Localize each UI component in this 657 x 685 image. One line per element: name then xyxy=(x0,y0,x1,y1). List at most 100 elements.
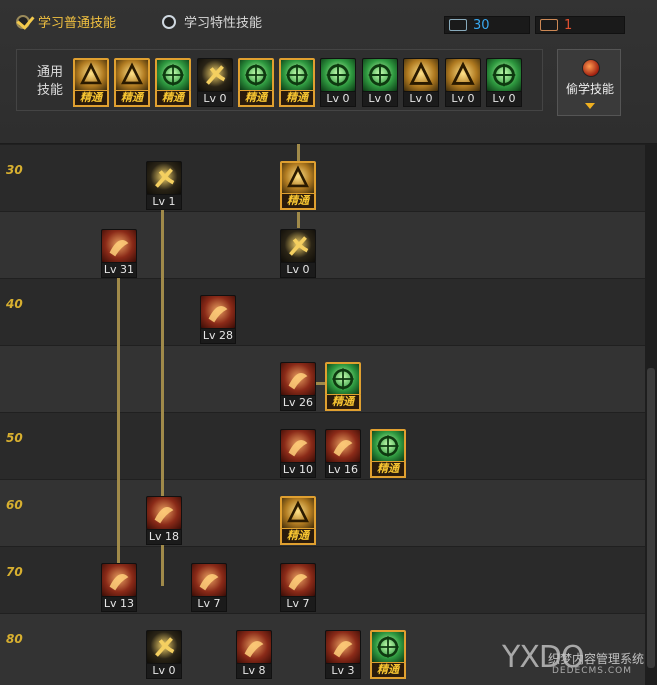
skill-slot[interactable]: Lv 3 xyxy=(325,630,361,680)
skill-slot[interactable]: 精通 xyxy=(280,161,316,211)
skill-icon[interactable] xyxy=(197,58,233,92)
common-skill-slot[interactable]: 精通 xyxy=(114,58,150,108)
common-skill-slot[interactable]: Lv 0 xyxy=(197,58,233,108)
skill-icon[interactable] xyxy=(280,362,316,396)
level-row xyxy=(0,278,645,345)
skill-slot[interactable]: Lv 31 xyxy=(101,229,137,279)
skill-icon[interactable] xyxy=(325,362,361,396)
level-row xyxy=(0,211,645,278)
skill-icon[interactable] xyxy=(101,563,137,597)
skill-icon[interactable] xyxy=(114,58,150,92)
level-requirement-label: 80 xyxy=(6,632,23,646)
scrollbar-thumb[interactable] xyxy=(647,368,655,668)
skill-icon[interactable] xyxy=(146,161,182,195)
level-row xyxy=(0,345,645,412)
skill-icon[interactable] xyxy=(279,58,315,92)
skill-slot[interactable]: Lv 16 xyxy=(325,429,361,479)
skill-slot[interactable]: 精通 xyxy=(370,429,406,479)
skill-icon[interactable] xyxy=(320,58,356,92)
skill-glyph-icon xyxy=(287,165,309,188)
level-requirement-label: 30 xyxy=(6,163,23,177)
skill-level-label: Lv 0 xyxy=(197,91,233,107)
level-row xyxy=(0,479,645,546)
skill-glyph-icon xyxy=(332,368,354,390)
skill-icon[interactable] xyxy=(155,58,191,92)
skill-slot[interactable]: 精通 xyxy=(280,496,316,546)
common-skills-label: 通用 技能 xyxy=(33,64,67,100)
skill-slot[interactable]: Lv 8 xyxy=(236,630,272,680)
skill-tree: 30 40 50 60 70 80 Lv 1 精通 Lv 31 Lv 0 Lv 28 Lv 26 精通 L… xyxy=(0,144,645,685)
skill-icon[interactable] xyxy=(362,58,398,92)
level-requirement-label: 50 xyxy=(6,431,23,445)
tab-normal-skills[interactable]: 学习普通技能 xyxy=(16,12,116,31)
skill-icon[interactable] xyxy=(238,58,274,92)
common-skill-slot[interactable]: Lv 0 xyxy=(403,58,439,108)
mastered-badge: 精通 xyxy=(238,91,274,107)
skill-glyph-icon xyxy=(245,64,267,86)
skill-slot[interactable]: Lv 13 xyxy=(101,563,137,613)
common-skill-slot[interactable]: 精通 xyxy=(238,58,274,108)
common-skill-slot[interactable]: Lv 0 xyxy=(362,58,398,108)
skill-level-label: Lv 18 xyxy=(146,529,182,545)
common-skill-slot[interactable]: Lv 0 xyxy=(486,58,522,108)
skill-slot[interactable]: Lv 10 xyxy=(280,429,316,479)
skill-slot[interactable]: Lv 7 xyxy=(191,563,227,613)
skill-slot[interactable]: Lv 28 xyxy=(200,295,236,345)
skill-glyph-icon xyxy=(289,236,309,256)
common-skill-slot[interactable]: 精通 xyxy=(73,58,109,108)
skill-level-label: Lv 7 xyxy=(191,596,227,612)
skill-icon[interactable] xyxy=(325,429,361,463)
common-skill-slot[interactable]: 精通 xyxy=(279,58,315,108)
skill-icon[interactable] xyxy=(370,429,406,463)
skill-slot[interactable]: 精通 xyxy=(370,630,406,680)
skill-level-label: Lv 0 xyxy=(486,91,522,107)
skill-slot[interactable]: Lv 0 xyxy=(146,630,182,680)
common-skill-slot[interactable]: Lv 0 xyxy=(445,58,481,108)
skill-slot[interactable]: Lv 18 xyxy=(146,496,182,546)
skill-icon[interactable] xyxy=(280,161,316,195)
skill-icon[interactable] xyxy=(200,295,236,329)
skill-icon[interactable] xyxy=(101,229,137,263)
steal-skill-button[interactable]: 偷学技能 xyxy=(557,49,621,116)
skill-slot[interactable]: Lv 1 xyxy=(146,161,182,211)
tab-special-skills[interactable]: 学习特性技能 xyxy=(162,12,262,31)
row-divider xyxy=(0,211,645,212)
skill-icon[interactable] xyxy=(146,630,182,664)
skill-glyph-icon xyxy=(287,500,309,523)
skill-icon[interactable] xyxy=(146,496,182,530)
skill-icon[interactable] xyxy=(191,563,227,597)
skill-icon[interactable] xyxy=(445,58,481,92)
common-skill-slot[interactable]: 精通 xyxy=(155,58,191,108)
sp-icon xyxy=(449,19,467,31)
skill-icon[interactable] xyxy=(280,496,316,530)
skill-level-label: Lv 1 xyxy=(146,194,182,210)
tab-normal-label: 学习普通技能 xyxy=(38,16,117,31)
skill-icon[interactable] xyxy=(236,630,272,664)
skill-glyph-icon xyxy=(288,574,308,591)
row-divider xyxy=(0,479,645,480)
skill-icon[interactable] xyxy=(280,429,316,463)
skill-level-label: Lv 0 xyxy=(362,91,398,107)
skill-icon[interactable] xyxy=(403,58,439,92)
skill-slot[interactable]: Lv 26 xyxy=(280,362,316,412)
skill-slot[interactable]: 精通 xyxy=(325,362,361,412)
skill-glyph-icon xyxy=(121,62,143,85)
skill-icon[interactable] xyxy=(280,229,316,263)
skill-slot[interactable]: Lv 0 xyxy=(280,229,316,279)
common-skill-slot[interactable]: Lv 0 xyxy=(320,58,356,108)
skill-icon[interactable] xyxy=(486,58,522,92)
row-divider xyxy=(0,144,645,145)
skill-icon[interactable] xyxy=(325,630,361,664)
skill-level-label: Lv 8 xyxy=(236,663,272,679)
skill-glyph-icon xyxy=(244,641,264,658)
skill-slot[interactable]: Lv 7 xyxy=(280,563,316,613)
skill-icon[interactable] xyxy=(73,58,109,92)
skill-icon[interactable] xyxy=(280,563,316,597)
skill-icon[interactable] xyxy=(370,630,406,664)
skill-header-panel: 学习普通技能 学习特性技能 30 1 通用 技能 精通 精通 精通 Lv 0 精通 精通 Lv… xyxy=(0,0,657,144)
common-skills-bar: 通用 技能 精通 精通 精通 Lv 0 精通 精通 Lv 0 Lv 0 Lv 0 Lv 0 Lv 0 xyxy=(16,49,543,111)
skill-glyph-icon xyxy=(154,507,174,524)
skill-glyph-icon xyxy=(288,440,308,457)
mastered-badge: 精通 xyxy=(280,529,316,545)
row-divider xyxy=(0,345,645,346)
